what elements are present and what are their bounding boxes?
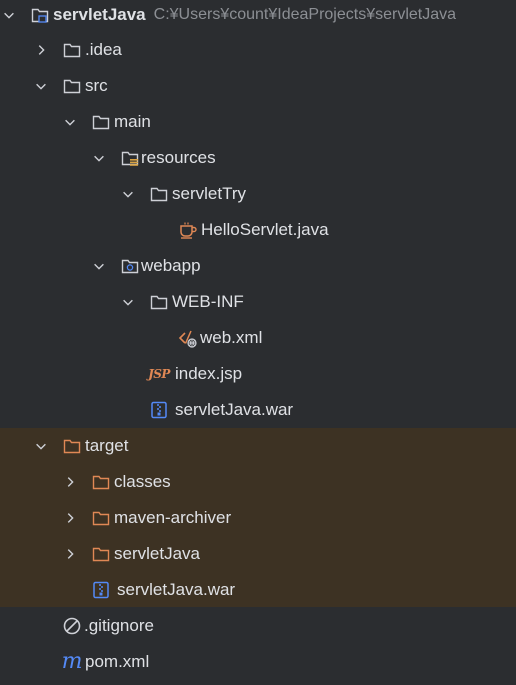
project-tree: servletJava C:¥Users¥count¥IdeaProjects¥… bbox=[0, 0, 516, 685]
node-label: servletJava bbox=[114, 544, 200, 563]
tree-node-gitignore[interactable]: .gitignore bbox=[0, 608, 516, 644]
node-label: maven-archiver bbox=[114, 508, 232, 527]
node-label: target bbox=[85, 436, 129, 455]
chevron-right-icon[interactable] bbox=[62, 474, 78, 490]
ignore-file-icon bbox=[62, 616, 82, 636]
resources-folder-icon bbox=[120, 148, 140, 168]
chevron-down-icon[interactable] bbox=[1, 7, 17, 23]
war-file-icon bbox=[91, 580, 111, 600]
node-label: WEB-INF bbox=[172, 292, 244, 311]
node-label: servletJava.war bbox=[175, 400, 294, 419]
node-label: servletJava bbox=[53, 5, 146, 24]
tree-node-servlettry[interactable]: servletTry bbox=[0, 176, 516, 212]
node-label: index.jsp bbox=[175, 364, 243, 383]
tree-node-target-servletjava-war[interactable]: servletJava.war bbox=[0, 572, 516, 607]
chevron-down-icon[interactable] bbox=[91, 258, 107, 274]
chevron-down-icon[interactable] bbox=[120, 294, 136, 310]
tree-node-maven-archiver[interactable]: maven-archiver bbox=[0, 500, 516, 536]
chevron-down-icon[interactable] bbox=[62, 114, 78, 130]
node-label: resources bbox=[141, 148, 216, 167]
folder-icon bbox=[91, 112, 111, 132]
chevron-down-icon[interactable] bbox=[33, 438, 49, 454]
folder-icon bbox=[62, 40, 82, 60]
tree-node-index-jsp[interactable]: JSP index.jsp bbox=[0, 356, 516, 392]
web-folder-icon bbox=[120, 256, 140, 276]
folder-icon bbox=[62, 76, 82, 96]
chevron-right-icon[interactable] bbox=[33, 42, 49, 58]
web-xml-icon bbox=[178, 328, 198, 348]
chevron-down-icon[interactable] bbox=[91, 150, 107, 166]
tree-node-web-xml[interactable]: web.xml bbox=[0, 320, 516, 356]
tree-node-servletjava-war[interactable]: servletJava.war bbox=[0, 392, 516, 428]
node-label: src bbox=[85, 76, 108, 95]
java-file-icon bbox=[178, 220, 198, 240]
tree-node-resources[interactable]: resources bbox=[0, 140, 516, 176]
chevron-down-icon[interactable] bbox=[33, 78, 49, 94]
node-label: .idea bbox=[85, 40, 122, 59]
tree-node-src[interactable]: src bbox=[0, 68, 516, 104]
jsp-file-icon: JSP bbox=[148, 367, 170, 381]
chevron-right-icon[interactable] bbox=[62, 510, 78, 526]
tree-node-classes[interactable]: classes bbox=[0, 464, 516, 500]
node-label: .gitignore bbox=[84, 616, 154, 635]
folder-icon bbox=[149, 292, 169, 312]
tree-node-target[interactable]: target bbox=[0, 428, 516, 464]
tree-node-webapp[interactable]: webapp bbox=[0, 248, 516, 284]
module-folder-icon bbox=[30, 5, 50, 25]
chevron-right-icon[interactable] bbox=[62, 546, 78, 562]
tree-node-web-inf[interactable]: WEB-INF bbox=[0, 284, 516, 320]
tree-node-pom-xml[interactable]: m pom.xml bbox=[0, 644, 516, 680]
chevron-down-icon[interactable] bbox=[120, 186, 136, 202]
tree-node-servletjava-root[interactable]: servletJava C:¥Users¥count¥IdeaProjects¥… bbox=[0, 0, 516, 33]
war-file-icon bbox=[149, 400, 169, 420]
node-label: HelloServlet.java bbox=[201, 220, 329, 239]
excluded-folder-icon bbox=[91, 472, 111, 492]
node-label: webapp bbox=[141, 256, 201, 275]
node-label: classes bbox=[114, 472, 171, 491]
node-label: web.xml bbox=[200, 328, 263, 347]
maven-file-icon: m bbox=[61, 649, 83, 674]
node-label: servletJava.war bbox=[117, 579, 236, 599]
tree-node-target-servletjava[interactable]: servletJava bbox=[0, 536, 516, 572]
node-label: pom.xml bbox=[85, 652, 150, 671]
node-label: main bbox=[114, 112, 151, 131]
excluded-folder-icon bbox=[91, 508, 111, 528]
node-label: servletTry bbox=[172, 184, 246, 203]
tree-node-main[interactable]: main bbox=[0, 104, 516, 140]
project-path: C:¥Users¥count¥IdeaProjects¥servletJava bbox=[153, 6, 457, 23]
excluded-folder-icon bbox=[62, 436, 82, 456]
tree-node-idea[interactable]: .idea bbox=[0, 32, 516, 68]
folder-icon bbox=[149, 184, 169, 204]
excluded-folder-icon bbox=[91, 544, 111, 564]
tree-node-helloservlet-java[interactable]: HelloServlet.java bbox=[0, 212, 516, 248]
